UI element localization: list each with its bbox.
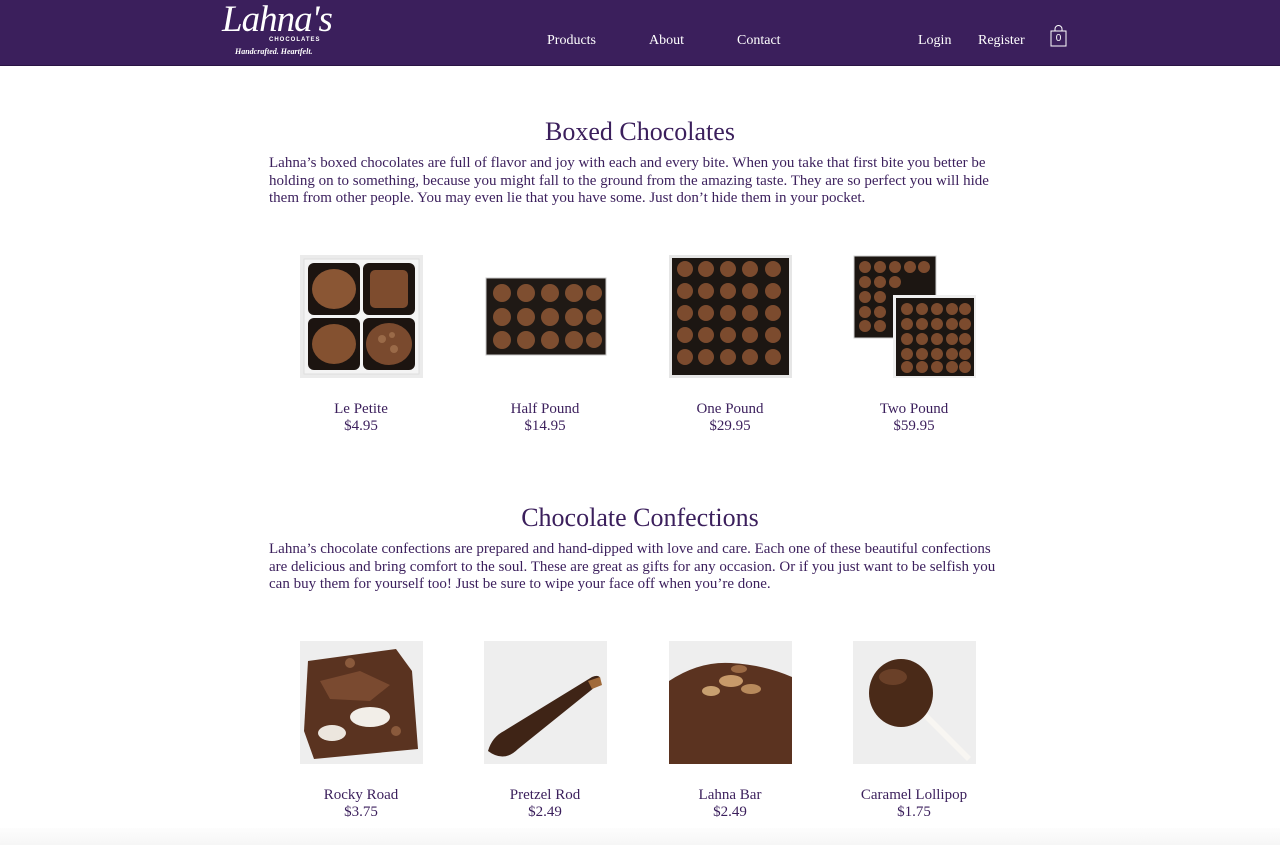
product-name[interactable]: Two Pound	[832, 401, 996, 418]
product-price: $14.95	[524, 418, 566, 434]
product-image-half-pound[interactable]	[483, 255, 607, 378]
product-image-two-pound[interactable]	[852, 255, 976, 378]
section-desc-boxed: Lahna’s boxed chocolates are full of fla…	[269, 155, 989, 206]
nav-contact[interactable]: Contact	[737, 33, 781, 49]
product-name[interactable]: Lahna Bar	[648, 787, 812, 804]
product-card[interactable]: Pretzel Rod $2.49	[483, 641, 607, 820]
product-image-caramel-lollipop[interactable]	[852, 641, 976, 764]
product-image-one-pound[interactable]	[668, 255, 792, 378]
product-card[interactable]: Caramel Lollipop $1.75	[852, 641, 976, 820]
site-logo[interactable]: Lahna's CHOCOLATES Handcrafted. Heartfel…	[222, 0, 333, 58]
product-name[interactable]: Le Petite	[279, 401, 443, 418]
product-image-lahna-bar[interactable]	[668, 641, 792, 764]
product-price: $59.95	[893, 418, 935, 434]
product-price: $2.49	[528, 804, 562, 820]
product-price: $2.49	[713, 804, 747, 820]
section-desc-confections: Lahna’s chocolate confections are prepar…	[269, 541, 996, 592]
product-card[interactable]: Lahna Bar $2.49	[668, 641, 792, 820]
cart-count: 0	[1055, 33, 1062, 44]
login-link[interactable]: Login	[918, 33, 951, 49]
product-name[interactable]: One Pound	[648, 401, 812, 418]
product-name[interactable]: Caramel Lollipop	[832, 787, 996, 804]
product-price: $29.95	[709, 418, 751, 434]
logo-tagline: Handcrafted. Heartfelt.	[235, 47, 313, 56]
logo-wordmark: Lahna's	[222, 0, 333, 40]
product-image-rocky-road[interactable]	[299, 641, 423, 764]
product-price: $3.75	[344, 804, 378, 820]
register-link[interactable]: Register	[978, 33, 1025, 49]
product-card[interactable]: Rocky Road $3.75	[299, 641, 423, 820]
product-card[interactable]: Two Pound $59.95	[852, 255, 976, 434]
product-card[interactable]: Half Pound $14.95	[483, 255, 607, 434]
logo-subtitle: CHOCOLATES	[269, 37, 321, 43]
section-title-boxed: Boxed Chocolates	[545, 117, 735, 146]
product-price: $4.95	[344, 418, 378, 434]
product-name[interactable]: Half Pound	[463, 401, 627, 418]
product-image-pretzel-rod[interactable]	[483, 641, 607, 764]
product-name[interactable]: Pretzel Rod	[463, 787, 627, 804]
product-name[interactable]: Rocky Road	[279, 787, 443, 804]
section-title-confections: Chocolate Confections	[521, 503, 759, 532]
cart-button[interactable]: 0	[1050, 25, 1067, 47]
page-footer-edge	[0, 828, 1280, 845]
product-card[interactable]: Le Petite $4.95	[299, 255, 423, 434]
nav-products[interactable]: Products	[547, 33, 596, 49]
product-card[interactable]: One Pound $29.95	[668, 255, 792, 434]
product-image-le-petite[interactable]	[299, 255, 423, 378]
nav-about[interactable]: About	[649, 33, 684, 49]
product-price: $1.75	[897, 804, 931, 820]
site-header: Lahna's CHOCOLATES Handcrafted. Heartfel…	[0, 0, 1280, 66]
